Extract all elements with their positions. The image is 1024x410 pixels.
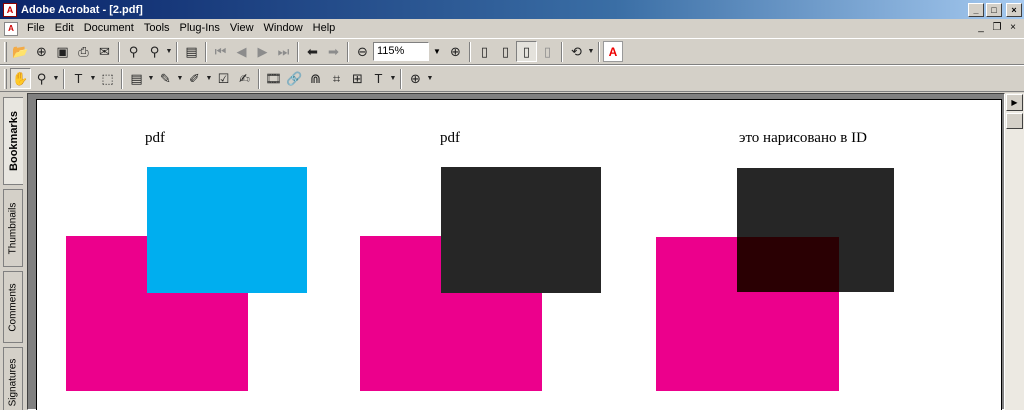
scroll-thumb[interactable]	[1006, 113, 1023, 129]
graphics-select-icon[interactable]: ⬚	[97, 68, 118, 89]
menu-help[interactable]: Help	[308, 20, 341, 37]
overlap-region	[737, 237, 839, 292]
go-forward-icon[interactable]: ➡	[323, 41, 344, 62]
text-select-dropdown-icon[interactable]: ▼	[89, 68, 97, 89]
toolbar-separator	[118, 41, 120, 62]
doc-close-button[interactable]: ×	[1006, 21, 1020, 34]
minimize-button[interactable]: _	[968, 2, 984, 17]
highlight-tool-icon[interactable]: ✐	[184, 68, 205, 89]
zoom-tool-dropdown-icon[interactable]: ▼	[52, 68, 60, 89]
doc-restore-button[interactable]: ❐	[990, 21, 1004, 34]
toolbar-separator	[400, 68, 402, 89]
title-bar[interactable]: A Adobe Acrobat - [2.pdf] _ □ ×	[0, 0, 1024, 19]
adobe-logo-icon[interactable]: A	[603, 41, 623, 62]
go-back-icon[interactable]: ⬅	[302, 41, 323, 62]
toolbar-separator	[598, 41, 600, 62]
print-icon[interactable]: ⎙	[73, 41, 94, 62]
page-label-3: это нарисовано в ID	[739, 130, 867, 146]
tools-toolbar: ✋ ⚲ ▼ T ▼ ⬚ ▤ ▼ ✎ ▼ ✐ ▼ ☑ ✍ 🎞 🔗 ⋒ ⌗ ⊞ T …	[0, 65, 1024, 92]
toolbar-separator	[561, 41, 563, 62]
cyan-rectangle	[147, 167, 307, 293]
last-page-icon[interactable]: ⏭	[273, 41, 294, 62]
navigation-pane-icon[interactable]: ▤	[181, 41, 202, 62]
find-icon[interactable]: ⚲	[123, 41, 144, 62]
rotate-view-icon[interactable]: ⟲	[566, 41, 587, 62]
menu-bar: A File Edit Document Tools Plug-Ins View…	[0, 19, 1024, 38]
toolbar-separator	[205, 41, 207, 62]
maximize-button[interactable]: □	[986, 2, 1002, 17]
note-tool-icon[interactable]: ▤	[126, 68, 147, 89]
toolbar-separator	[297, 41, 299, 62]
pencil-dropdown-icon[interactable]: ▼	[176, 68, 184, 89]
vertical-scrollbar[interactable]: ▶	[1005, 93, 1024, 410]
movie-tool-icon[interactable]: 🎞	[263, 68, 284, 89]
toolbar-separator	[258, 68, 260, 89]
pdf-page[interactable]: pdf pdf это нарисовано в ID	[36, 99, 1002, 410]
navigation-tabs: Bookmarks Thumbnails Comments Signatures	[0, 93, 24, 410]
tab-bookmarks[interactable]: Bookmarks	[3, 97, 23, 185]
zoom-out-icon[interactable]: ⊖	[352, 41, 373, 62]
sign-tool-icon[interactable]: ✍	[234, 68, 255, 89]
email-icon[interactable]: ✉	[94, 41, 115, 62]
rotate-dropdown-icon[interactable]: ▼	[587, 41, 595, 62]
tab-thumbnails[interactable]: Thumbnails	[3, 189, 23, 267]
stamp-dropdown-icon[interactable]: ▼	[426, 68, 434, 89]
fit-visible-icon[interactable]: ▯	[537, 41, 558, 62]
scroll-up-icon[interactable]: ▶	[1006, 94, 1023, 111]
form-tool-icon[interactable]: ☑	[213, 68, 234, 89]
open-folder-icon[interactable]: 📂	[10, 41, 31, 62]
zoom-in-icon[interactable]: ⊕	[445, 41, 466, 62]
toolbar-grip[interactable]	[4, 41, 7, 62]
crop-tool-icon[interactable]: ⌗	[326, 68, 347, 89]
black-rectangle	[441, 167, 601, 293]
doc-minimize-button[interactable]: _	[974, 21, 988, 34]
menu-tools[interactable]: Tools	[139, 20, 175, 37]
open-web-icon[interactable]: ⊕	[31, 41, 52, 62]
zoom-dropdown-icon[interactable]: ▼	[429, 42, 445, 61]
pdf-icon[interactable]: A	[3, 2, 17, 17]
search-icon[interactable]: ⚲	[144, 41, 165, 62]
first-page-icon[interactable]: ⏮	[210, 41, 231, 62]
previous-page-icon[interactable]: ◀	[231, 41, 252, 62]
document-icon[interactable]: A	[4, 21, 18, 36]
actual-size-icon[interactable]: ▯	[474, 41, 495, 62]
article-tool-icon[interactable]: ⋒	[305, 68, 326, 89]
fit-width-icon[interactable]: ▯	[516, 41, 537, 62]
toolbar-separator	[121, 68, 123, 89]
text-select-icon[interactable]: T	[68, 68, 89, 89]
zoom-input[interactable]: 115%	[373, 42, 429, 61]
pencil-tool-icon[interactable]: ✎	[155, 68, 176, 89]
menu-edit[interactable]: Edit	[50, 20, 79, 37]
menu-window[interactable]: Window	[259, 20, 308, 37]
menu-file[interactable]: File	[22, 20, 50, 37]
touchup-object-icon[interactable]: T	[368, 68, 389, 89]
tab-comments[interactable]: Comments	[3, 271, 23, 343]
toolbar-separator	[63, 68, 65, 89]
save-icon[interactable]: ▣	[52, 41, 73, 62]
toolbar-grip[interactable]	[4, 68, 7, 89]
zoom-tool-icon[interactable]: ⚲	[31, 68, 52, 89]
close-button[interactable]: ×	[1006, 2, 1022, 17]
hand-tool-icon[interactable]: ✋	[10, 68, 31, 89]
menu-document[interactable]: Document	[79, 20, 139, 37]
page-label-1: pdf	[145, 130, 165, 146]
link-tool-icon[interactable]: 🔗	[284, 68, 305, 89]
note-dropdown-icon[interactable]: ▼	[147, 68, 155, 89]
next-page-icon[interactable]: ▶	[252, 41, 273, 62]
page-label-2: pdf	[440, 130, 460, 146]
touchup-dropdown-icon[interactable]: ▼	[389, 68, 397, 89]
search-dropdown-icon[interactable]: ▼	[165, 41, 173, 62]
fit-page-icon[interactable]: ▯	[495, 41, 516, 62]
highlight-dropdown-icon[interactable]: ▼	[205, 68, 213, 89]
window-title: Adobe Acrobat - [2.pdf]	[21, 3, 143, 16]
tab-signatures[interactable]: Signatures	[3, 347, 23, 410]
toolbar-separator	[347, 41, 349, 62]
file-toolbar: 📂 ⊕ ▣ ⎙ ✉ ⚲ ⚲ ▼ ▤ ⏮ ◀ ▶ ⏭ ⬅ ➡ ⊖ 115% ▼ ⊕…	[0, 38, 1024, 65]
toolbar-separator	[176, 41, 178, 62]
menu-view[interactable]: View	[225, 20, 259, 37]
stamp-tool-icon[interactable]: ⊕	[405, 68, 426, 89]
menu-plug-ins[interactable]: Plug-Ins	[175, 20, 225, 37]
toolbar-separator	[469, 41, 471, 62]
touchup-text-icon[interactable]: ⊞	[347, 68, 368, 89]
